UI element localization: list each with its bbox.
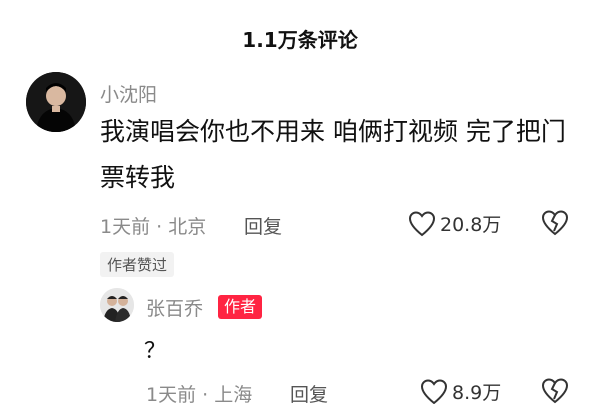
comments-count-title: 1.1万条评论 xyxy=(242,28,358,52)
comment-reply-button[interactable]: 回复 xyxy=(244,212,282,239)
reply-reply-button[interactable]: 回复 xyxy=(290,380,328,404)
reply-like-count: 8.9万 xyxy=(452,382,502,404)
broken-heart-icon[interactable] xyxy=(540,377,570,404)
author-liked-tag: 作者赞过 xyxy=(100,252,175,277)
broken-heart-icon[interactable] xyxy=(540,209,570,237)
comment-time-location: 1天前 · 北京 xyxy=(100,216,207,238)
reply-text: ？ xyxy=(144,339,167,364)
reply-user-name[interactable]: 张百乔 xyxy=(146,294,203,321)
commenter-avatar[interactable] xyxy=(26,72,86,132)
comment-text-line2: 票转我 xyxy=(100,163,176,192)
comment-like-button[interactable]: 20.8万 xyxy=(408,210,501,237)
comments-page: 1.1万条评论 小沈阳 我演唱会你也不用来 咱俩打视频 完了把门 票转我 1天前… xyxy=(0,0,600,404)
heart-outline-icon xyxy=(408,210,436,236)
heart-outline-icon xyxy=(420,378,448,404)
author-badge: 作者 xyxy=(218,295,263,319)
comment-like-count: 20.8万 xyxy=(440,214,502,236)
reply-avatar[interactable] xyxy=(100,288,134,322)
reply-like-button[interactable]: 8.9万 xyxy=(420,378,501,404)
commenter-name[interactable]: 小沈阳 xyxy=(100,80,157,107)
comment-text-line1: 我演唱会你也不用来 咱俩打视频 完了把门 xyxy=(100,117,566,146)
reply-time-location: 1天前 · 上海 xyxy=(146,384,253,404)
